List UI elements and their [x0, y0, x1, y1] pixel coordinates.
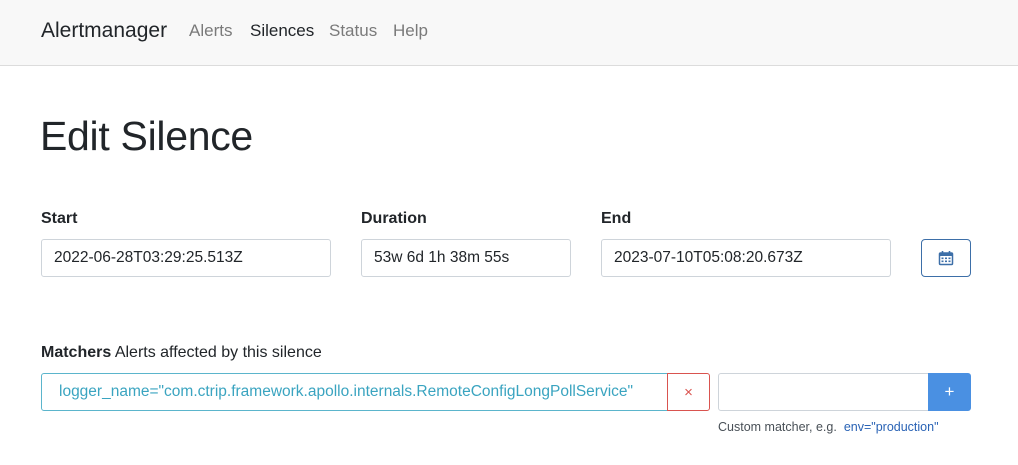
- plus-icon: +: [944, 382, 955, 401]
- hint-text: Custom matcher, e.g.: [718, 420, 837, 434]
- nav-silences[interactable]: Silences: [250, 21, 314, 41]
- duration-label: Duration: [361, 210, 427, 227]
- matchers-sublabel: Alerts affected by this silence: [114, 344, 322, 361]
- end-label: End: [601, 210, 632, 227]
- nav-alerts[interactable]: Alerts: [189, 21, 232, 41]
- end-input[interactable]: [601, 239, 891, 277]
- remove-matcher-button[interactable]: ×: [667, 373, 710, 411]
- calendar-icon: [938, 251, 954, 266]
- close-icon: ×: [684, 383, 693, 401]
- nav-help[interactable]: Help: [393, 21, 428, 41]
- matchers-label: Matchers Alerts affected by this silence: [41, 344, 322, 362]
- custom-matcher-hint: Custom matcher, e.g. env="production": [718, 420, 939, 434]
- add-matcher-button[interactable]: +: [928, 373, 971, 411]
- custom-matcher-input[interactable]: [718, 373, 930, 411]
- calendar-button[interactable]: [921, 239, 971, 277]
- duration-input[interactable]: [361, 239, 571, 277]
- hint-example: env="production": [843, 420, 939, 434]
- brand-logo[interactable]: Alertmanager: [41, 19, 167, 43]
- page-title: Edit Silence: [40, 113, 253, 159]
- start-label: Start: [41, 210, 78, 227]
- matcher-chip[interactable]: logger_name="com.ctrip.framework.apollo.…: [41, 373, 668, 411]
- matchers-title: Matchers: [41, 344, 112, 361]
- start-input[interactable]: [41, 239, 331, 277]
- top-navbar: Alertmanager Alerts Silences Status Help: [0, 0, 1018, 66]
- nav-status[interactable]: Status: [329, 21, 377, 41]
